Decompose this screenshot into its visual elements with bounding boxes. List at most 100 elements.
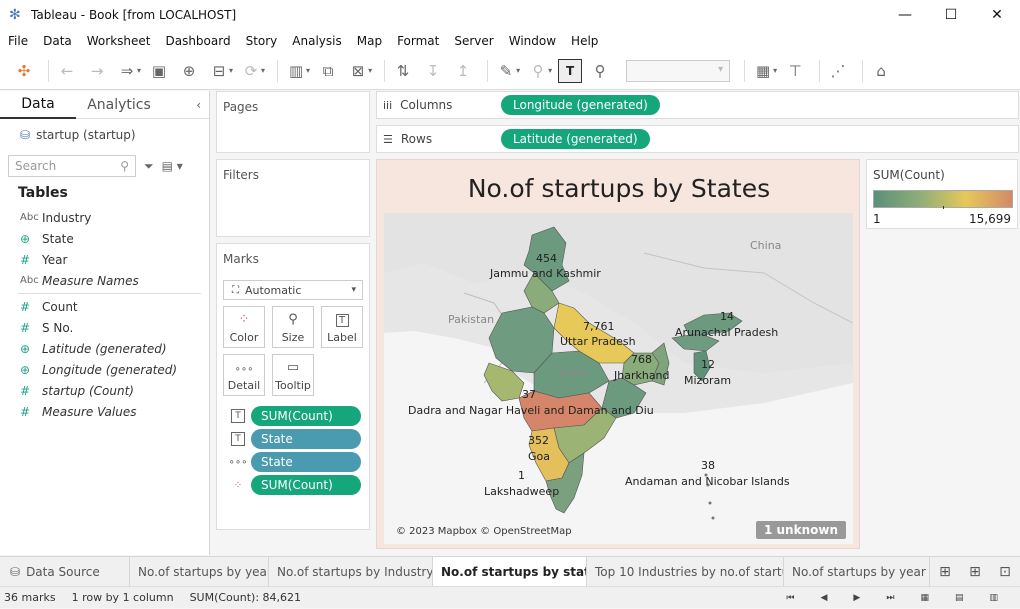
field-count[interactable]: # Count — [0, 296, 209, 317]
color-legend[interactable]: SUM(Count) 1 15,699 — [866, 159, 1018, 229]
label-lk-name: Lakshadweep — [484, 485, 559, 498]
field-measure-names[interactable]: Abc Measure Names — [0, 270, 209, 291]
viz-title[interactable]: No.of startups by States — [377, 174, 861, 203]
search-input[interactable]: Search ⚲ — [8, 155, 136, 177]
show-me-icon[interactable]: ⌂ — [869, 59, 893, 83]
tab-sheet-4[interactable]: Top 10 Industries by no.of startu... — [587, 557, 784, 587]
show-sheet-sorter-icon[interactable]: ▤ — [955, 593, 964, 603]
new-datasource-icon[interactable]: ⊕ — [177, 59, 201, 83]
field-industry[interactable]: Abc Industry — [0, 207, 209, 228]
save-icon[interactable]: ▣ — [147, 59, 171, 83]
marks-pill-state-label[interactable]: State — [251, 429, 361, 449]
clear-sheet-icon[interactable]: ⊠ — [346, 59, 370, 83]
menu-data[interactable]: Data — [43, 34, 72, 48]
tab-sheet-2[interactable]: No.of startups by Industry — [269, 557, 433, 587]
new-worksheet-icon[interactable]: ▥ — [284, 59, 308, 83]
detail-button[interactable]: ∘∘∘ Detail — [223, 354, 265, 396]
new-dashboard-icon[interactable]: ⊞ — [960, 557, 990, 587]
field-longitude[interactable]: ⊕ Longitude (generated) — [0, 359, 209, 380]
tab-analytics[interactable]: Analytics — [76, 91, 162, 119]
field-latitude[interactable]: ⊕ Latitude (generated) — [0, 338, 209, 359]
datasource-item[interactable]: ⛁ startup (startup) — [0, 119, 209, 145]
tab-sheet-3[interactable]: No.of startups by states — [433, 557, 587, 587]
marks-pill-sum-count-label[interactable]: SUM(Count) — [251, 406, 361, 426]
menu-analysis[interactable]: Analysis — [292, 34, 341, 48]
menu-file[interactable]: File — [8, 34, 28, 48]
tab-sheet-5[interactable]: No.of startups by year ar — [784, 557, 930, 587]
menu-format[interactable]: Format — [397, 34, 439, 48]
field-state[interactable]: ⊕ State — [0, 228, 209, 249]
first-sheet-icon[interactable]: ⏮ — [786, 593, 794, 603]
refresh-icon[interactable]: ⟳ — [239, 59, 263, 83]
menu-story[interactable]: Story — [246, 34, 278, 48]
legend-title: SUM(Count) — [873, 168, 945, 182]
unknown-badge[interactable]: 1 unknown — [755, 521, 846, 539]
duplicate-sheet-icon[interactable]: ⧉ — [316, 59, 340, 83]
map-view[interactable]: China Pakistan India 454 Jammu and Kashm… — [384, 213, 853, 544]
menu-window[interactable]: Window — [509, 34, 556, 48]
prev-sheet-icon[interactable]: ◀ — [821, 593, 828, 603]
columns-shelf[interactable]: iii Columns Longitude (generated) — [376, 91, 1019, 119]
maximize-icon[interactable]: ☐ — [928, 0, 974, 30]
marks-pill-sum-count-color[interactable]: SUM(Count) — [251, 475, 361, 495]
show-labels-icon[interactable]: T — [558, 58, 583, 83]
show-cards-icon[interactable]: ▦ — [751, 59, 775, 83]
label-jk-name: Jammu and Kashmir — [489, 267, 601, 280]
presentation-mode-icon[interactable]: ⊤ — [783, 59, 807, 83]
label-button[interactable]: T Label — [321, 306, 363, 348]
pages-card[interactable]: Pages — [216, 91, 370, 153]
color-icon: ⁘ — [233, 479, 243, 491]
show-filmstrip-icon[interactable]: ▦ — [920, 593, 929, 603]
group-icon[interactable]: ⚲ — [526, 59, 550, 83]
mark-type-dropdown[interactable]: ⛶ Automatic ▾ — [223, 280, 363, 300]
label-jk-value: 454 — [536, 252, 557, 265]
fit-dropdown[interactable] — [626, 59, 731, 82]
replay-icon[interactable]: ⇒ — [115, 59, 139, 83]
collapse-pane-icon[interactable]: ‹ — [196, 98, 201, 112]
highlight-icon[interactable]: ✎ — [494, 59, 518, 83]
pin-icon[interactable]: ⚲ — [588, 59, 612, 83]
rows-pill-latitude[interactable]: Latitude (generated) — [501, 129, 650, 149]
color-button[interactable]: ⁘ Color — [223, 306, 265, 348]
undo-icon[interactable]: ← — [55, 59, 79, 83]
menu-dashboard[interactable]: Dashboard — [165, 34, 230, 48]
minimize-icon[interactable]: — — [882, 0, 928, 30]
field-startup-count[interactable]: # startup (Count) — [0, 380, 209, 401]
last-sheet-icon[interactable]: ⏭ — [886, 593, 894, 603]
tableau-start-icon[interactable]: ✣ — [12, 59, 36, 83]
marks-pill-state-detail[interactable]: State — [251, 452, 361, 472]
menu-worksheet[interactable]: Worksheet — [87, 34, 151, 48]
country-label-pakistan: Pakistan — [448, 313, 494, 326]
size-button[interactable]: ⚲ Size — [272, 306, 314, 348]
share-icon[interactable]: ⋰ — [826, 59, 850, 83]
close-icon[interactable]: ✕ — [974, 0, 1020, 30]
filter-icon[interactable]: ⏷ — [144, 159, 154, 174]
field-measure-values[interactable]: # Measure Values — [0, 401, 209, 422]
map-attribution[interactable]: © 2023 Mapbox © OpenStreetMap — [396, 526, 572, 537]
sort-descending-icon[interactable]: ↥ — [451, 59, 475, 83]
menu-help[interactable]: Help — [571, 34, 598, 48]
view-options-icon[interactable]: ▤ ▾ — [162, 159, 183, 173]
field-year[interactable]: # Year — [0, 249, 209, 270]
redo-icon[interactable]: → — [85, 59, 109, 83]
next-sheet-icon[interactable]: ▶ — [853, 593, 860, 603]
label-up-value: 7,761 — [583, 320, 615, 333]
columns-pill-longitude[interactable]: Longitude (generated) — [501, 95, 660, 115]
filters-card[interactable]: Filters — [216, 159, 370, 237]
swap-icon[interactable]: ⇅ — [391, 59, 415, 83]
tab-data[interactable]: Data — [0, 91, 76, 119]
map-canvas[interactable]: China Pakistan India 454 Jammu and Kashm… — [384, 213, 853, 544]
tab-data-source[interactable]: ⛁ Data Source — [0, 557, 130, 587]
new-worksheet-icon[interactable]: ⊞ — [930, 557, 960, 587]
rows-shelf[interactable]: ☰ Rows Latitude (generated) — [376, 125, 1019, 153]
sort-ascending-icon[interactable]: ↧ — [421, 59, 445, 83]
pause-updates-icon[interactable]: ⊟ — [207, 59, 231, 83]
field-s-no[interactable]: # S No. — [0, 317, 209, 338]
tab-sheet-1[interactable]: No.of startups by year — [130, 557, 269, 587]
new-story-icon[interactable]: ⊡ — [990, 557, 1020, 587]
show-tabs-icon[interactable]: ▥ — [989, 593, 998, 603]
menu-map[interactable]: Map — [357, 34, 382, 48]
menu-server[interactable]: Server — [454, 34, 493, 48]
tooltip-button[interactable]: ▭ Tooltip — [272, 354, 314, 396]
detail-icon: ∘∘∘ — [234, 364, 254, 375]
